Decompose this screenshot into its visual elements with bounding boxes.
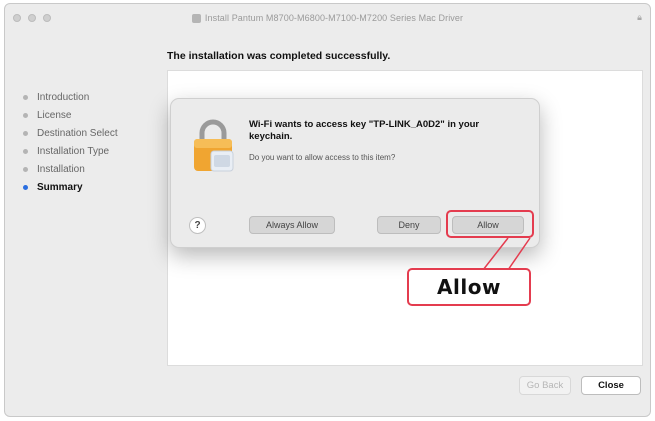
minimize-window-button[interactable] bbox=[28, 14, 36, 22]
go-back-button[interactable]: Go Back bbox=[519, 376, 571, 395]
zoom-window-button[interactable] bbox=[43, 14, 51, 22]
page-title: The installation was completed successfu… bbox=[167, 50, 391, 62]
window-title: Install Pantum M8700-M6800-M7100-M7200 S… bbox=[204, 13, 464, 23]
dialog-title: Wi-Fi wants to access key "TP-LINK_A0D2"… bbox=[249, 119, 480, 142]
step-summary: Summary bbox=[23, 178, 173, 196]
deny-button[interactable]: Deny bbox=[377, 216, 441, 234]
allow-button-highlight bbox=[446, 210, 534, 238]
step-bullet-icon bbox=[23, 166, 28, 172]
allow-callout-label: Allow bbox=[407, 268, 531, 306]
step-active-bullet-icon bbox=[23, 184, 28, 190]
step-destination-select: Destination Select bbox=[23, 124, 173, 142]
installer-package-icon bbox=[191, 13, 201, 23]
close-button[interactable]: Close bbox=[581, 376, 641, 395]
step-bullet-icon bbox=[23, 94, 28, 100]
step-installation: Installation bbox=[23, 160, 173, 178]
title-bar: Install Pantum M8700-M6800-M7100-M7200 S… bbox=[5, 4, 650, 32]
lock-status-icon: 🔒︎ bbox=[637, 12, 642, 22]
always-allow-button[interactable]: Always Allow bbox=[249, 216, 335, 234]
step-introduction: Introduction bbox=[23, 88, 173, 106]
step-installation-type: Installation Type bbox=[23, 142, 173, 160]
step-bullet-icon bbox=[23, 112, 28, 118]
step-license: License bbox=[23, 106, 173, 124]
step-bullet-icon bbox=[23, 148, 28, 154]
step-bullet-icon bbox=[23, 130, 28, 136]
close-window-button[interactable] bbox=[13, 14, 21, 22]
dialog-message: Do you want to allow access to this item… bbox=[249, 153, 396, 162]
keychain-lock-icon bbox=[194, 119, 234, 172]
help-button[interactable]: ? bbox=[189, 217, 206, 234]
installer-steps: Introduction License Destination Select … bbox=[23, 88, 173, 196]
window-controls bbox=[13, 14, 51, 22]
